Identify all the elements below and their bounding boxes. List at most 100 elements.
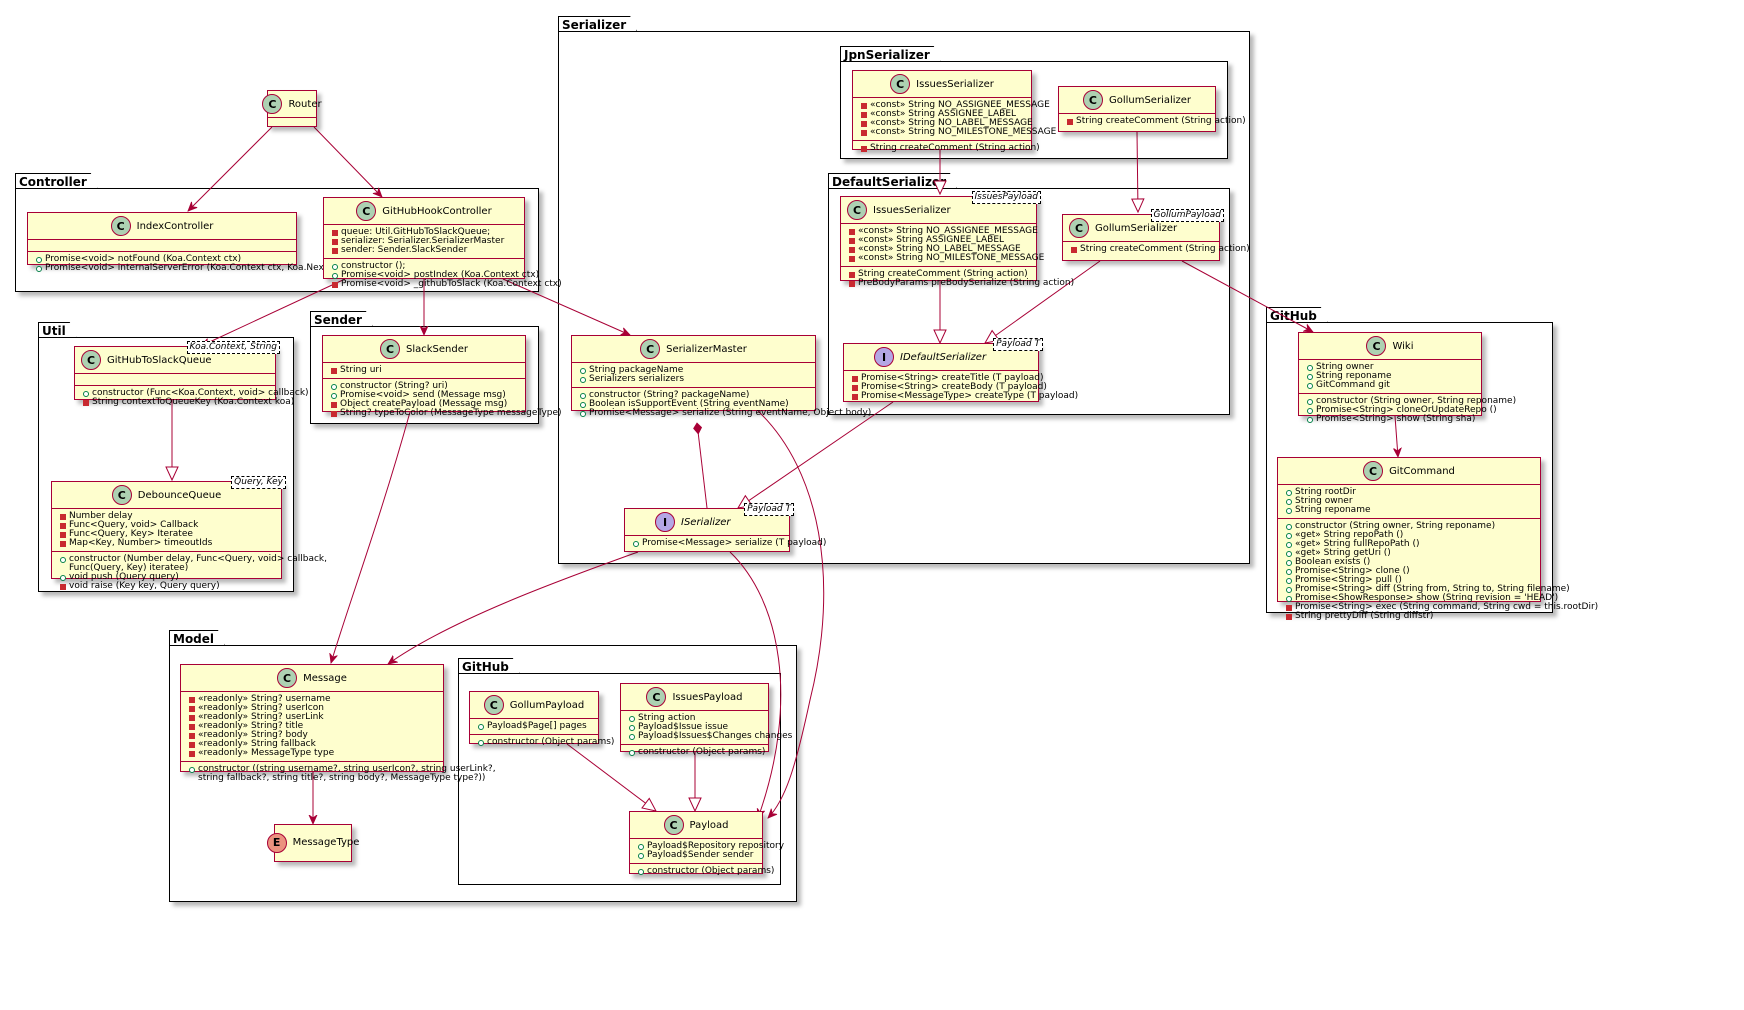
private-icon bbox=[60, 513, 66, 520]
methods-section: constructor (); Promise<void> postIndex … bbox=[324, 258, 562, 292]
public-icon bbox=[629, 733, 635, 740]
public-icon bbox=[580, 401, 586, 408]
field-row: String uri bbox=[331, 366, 523, 375]
class-badge-icon: C bbox=[483, 695, 504, 715]
class-name: IndexController bbox=[136, 220, 214, 232]
class-badge-icon: C bbox=[277, 668, 298, 688]
public-icon bbox=[638, 868, 644, 875]
class-badge-icon: C bbox=[640, 339, 661, 359]
fields-section: «readonly» String? username «readonly» S… bbox=[181, 691, 443, 761]
methods-section: constructor (String owner, String repona… bbox=[1299, 393, 1516, 427]
class-name: Message bbox=[303, 672, 347, 684]
public-icon bbox=[1286, 541, 1292, 548]
private-icon bbox=[331, 401, 337, 408]
class-badge-icon: C bbox=[1366, 336, 1387, 356]
private-icon bbox=[60, 583, 66, 590]
interface-badge-icon: I bbox=[655, 512, 675, 532]
private-icon bbox=[1286, 613, 1292, 620]
class-jpn-gollum-serializer[interactable]: C GollumSerializer String createComment (… bbox=[1058, 86, 1246, 132]
methods-section: Promise<String> createTitle (T payload) … bbox=[844, 370, 1078, 404]
public-icon bbox=[629, 749, 635, 756]
class-router[interactable]: C Router bbox=[262, 90, 322, 127]
private-icon bbox=[1067, 118, 1073, 125]
public-icon bbox=[1286, 489, 1292, 496]
private-icon bbox=[861, 102, 867, 109]
public-icon bbox=[638, 843, 644, 850]
private-icon bbox=[189, 705, 195, 712]
public-icon bbox=[1307, 364, 1313, 371]
public-icon bbox=[1286, 595, 1292, 602]
enum-badge-icon: E bbox=[266, 832, 287, 853]
field-row: GitCommand git bbox=[1307, 381, 1479, 390]
private-icon bbox=[332, 238, 338, 245]
fields-section: Payload$Repository repository Payload$Se… bbox=[630, 838, 784, 863]
public-icon bbox=[633, 540, 639, 547]
private-icon bbox=[189, 723, 195, 730]
class-badge-icon: C bbox=[81, 350, 101, 370]
fields-section bbox=[75, 373, 275, 385]
class-name: ISerializer bbox=[681, 516, 731, 528]
private-icon bbox=[189, 732, 195, 739]
class-default-gollum-serializer[interactable]: GollumPayload C GollumSerializer String c… bbox=[1062, 209, 1250, 261]
public-icon bbox=[1307, 373, 1313, 380]
interface-iserializer[interactable]: Payload T I ISerializer Promise<Message> … bbox=[624, 503, 826, 552]
private-icon bbox=[861, 129, 867, 136]
interface-idefault-serializer[interactable]: Payload T I IDefaultSerializer Promise<St… bbox=[843, 338, 1078, 404]
class-github-hook-controller[interactable]: C GitHubHookController queue: Util.GitHub… bbox=[323, 197, 562, 289]
class-github-to-slack-queue[interactable]: Koa.Context, String C GitHubToSlackQueue … bbox=[74, 341, 309, 407]
class-name: SerializerMaster bbox=[666, 343, 747, 355]
class-gollum-payload[interactable]: C GollumPayload Payload$Page[] pages cons… bbox=[469, 691, 614, 747]
fields-section: queue: Util.GitHubToSlackQueue; serializ… bbox=[324, 224, 524, 258]
interface-badge-icon: I bbox=[874, 347, 894, 367]
public-icon bbox=[36, 265, 42, 272]
class-name: Wiki bbox=[1392, 340, 1414, 352]
private-icon bbox=[189, 714, 195, 721]
fields-section bbox=[28, 239, 296, 251]
class-slack-sender[interactable]: C SlackSender String uri constructor (Str… bbox=[322, 335, 562, 418]
enum-message-type[interactable]: E MessageType bbox=[266, 824, 359, 862]
methods-section: Promise<Message> serialize (T payload) bbox=[625, 535, 826, 551]
field-row: String reponame bbox=[1286, 506, 1538, 515]
methods-section: constructor (String? uri) Promise<void> … bbox=[323, 378, 562, 421]
methods-section: constructor (Object params) bbox=[621, 744, 768, 760]
public-icon bbox=[629, 724, 635, 731]
class-index-controller[interactable]: C IndexController Promise<void> notFound … bbox=[27, 212, 354, 273]
class-payload[interactable]: C Payload Payload$Repository repository P… bbox=[629, 811, 784, 876]
private-icon bbox=[849, 271, 855, 278]
class-default-issues-serializer[interactable]: IssuesPayload C IssuesSerializer «const» … bbox=[840, 191, 1074, 288]
class-git-command[interactable]: C GitCommand String rootDir String owner … bbox=[1277, 457, 1598, 621]
private-icon bbox=[849, 228, 855, 235]
class-jpn-issues-serializer[interactable]: C IssuesSerializer «const» String NO_ASSI… bbox=[852, 70, 1056, 153]
public-icon bbox=[189, 766, 195, 773]
class-wiki[interactable]: C Wiki String owner String reponame GitCo… bbox=[1298, 332, 1516, 424]
method-row: void raise (Key key, Query query) bbox=[60, 582, 279, 591]
fields-section: String packageName Serializers serialize… bbox=[572, 362, 815, 387]
method-row: constructor (Object params) bbox=[638, 867, 774, 876]
private-icon bbox=[189, 741, 195, 748]
public-icon bbox=[1286, 523, 1292, 530]
private-icon bbox=[331, 367, 337, 374]
public-icon bbox=[638, 852, 644, 859]
class-message[interactable]: C Message «readonly» String? username «re… bbox=[180, 664, 496, 783]
private-icon bbox=[189, 696, 195, 703]
field-row: «const» String NO_MILESTONE_MESSAGE bbox=[849, 254, 1044, 263]
field-row: Payload$Sender sender bbox=[638, 851, 760, 860]
class-debounce-queue[interactable]: Query, Key C DebounceQueue Number delay F… bbox=[51, 476, 327, 591]
methods-section: constructor (String? packageName) Boolea… bbox=[572, 387, 871, 421]
class-serializer-master[interactable]: C SerializerMaster String packageName Ser… bbox=[571, 335, 871, 418]
private-icon bbox=[849, 255, 855, 262]
field-row: Serializers serializers bbox=[580, 375, 813, 384]
class-badge-icon: C bbox=[663, 815, 684, 835]
private-icon bbox=[189, 750, 195, 757]
class-name: GitCommand bbox=[1389, 465, 1455, 477]
class-badge-icon: C bbox=[1082, 90, 1103, 110]
class-badge-icon: C bbox=[1069, 218, 1089, 238]
class-badge-icon: C bbox=[646, 687, 667, 707]
field-row: Payload$Issues$Changes changes bbox=[629, 732, 792, 741]
public-icon bbox=[1286, 507, 1292, 514]
method-row: Promise<Message> serialize (T payload) bbox=[633, 539, 826, 548]
method-row: string fallback?, string title?, string … bbox=[198, 773, 486, 783]
edge-router-githubhook bbox=[313, 126, 382, 197]
class-issues-payload[interactable]: C IssuesPayload String action Payload$Iss… bbox=[620, 683, 792, 757]
public-icon bbox=[478, 723, 484, 730]
